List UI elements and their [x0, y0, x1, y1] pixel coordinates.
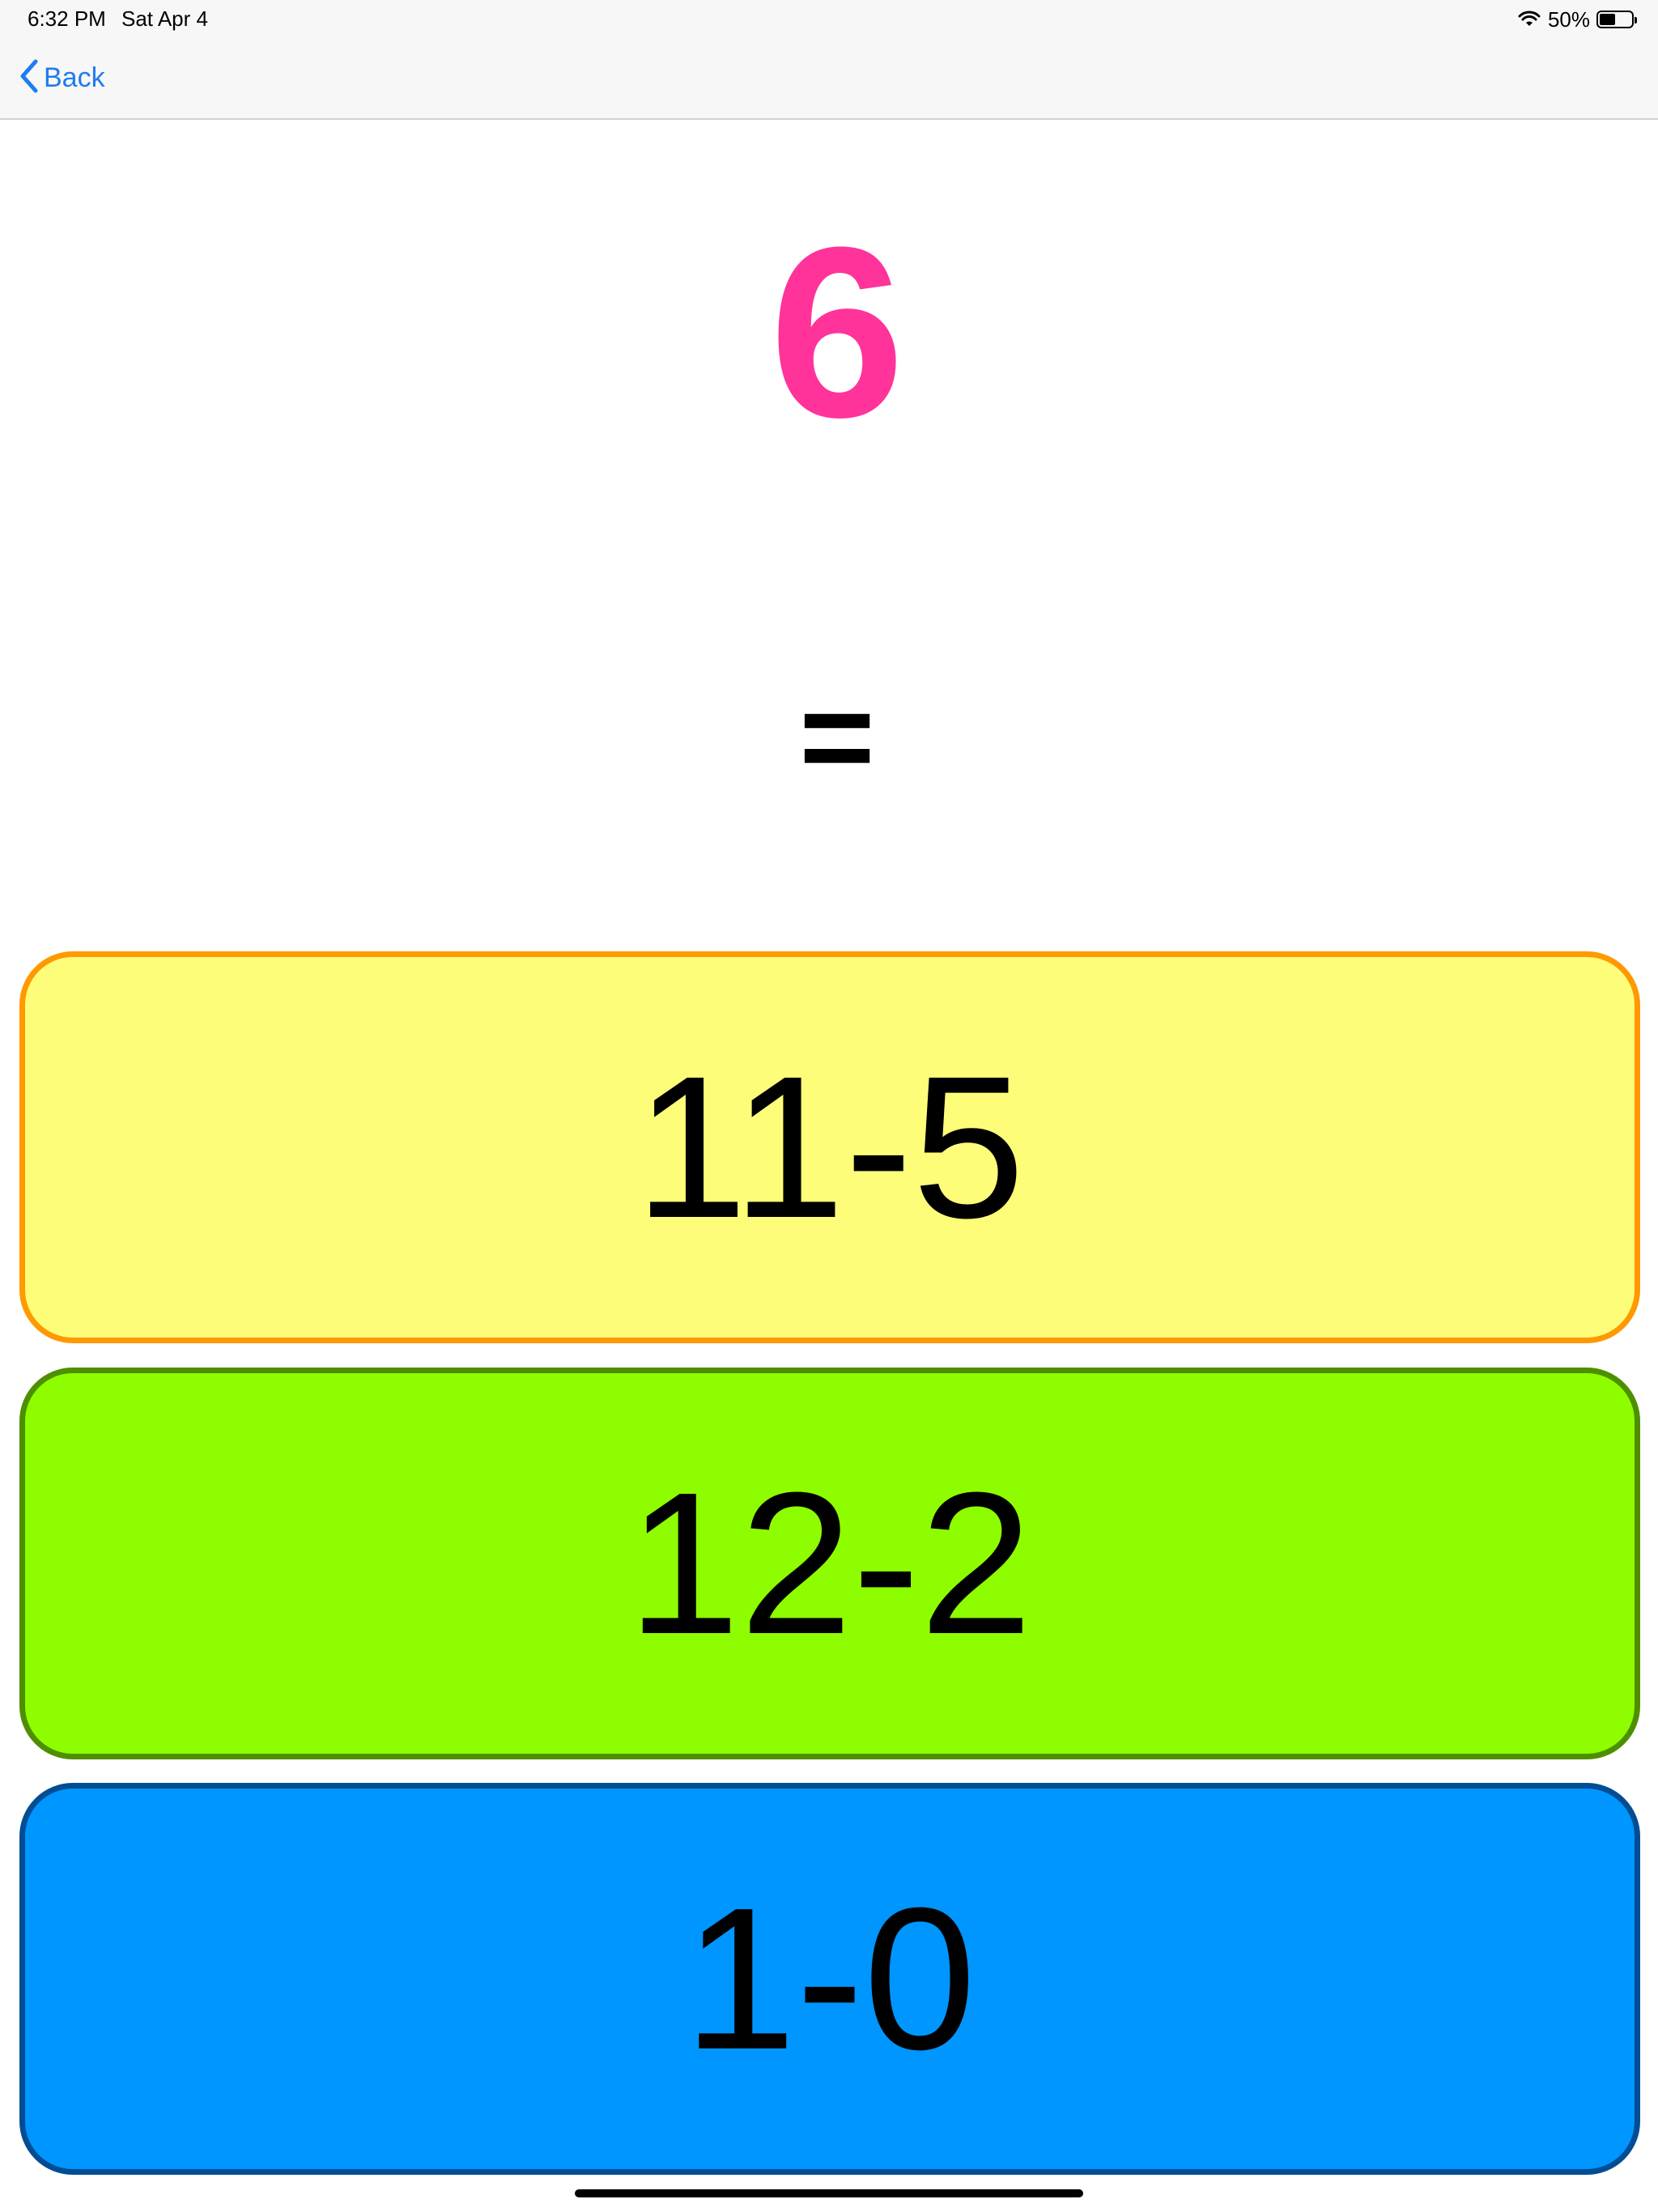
home-indicator[interactable]: [575, 2189, 1083, 2197]
status-bar: 6:32 PM Sat Apr 4 50%: [0, 0, 1658, 39]
answer-option-2[interactable]: 12-2: [19, 1368, 1640, 1759]
target-number: 6: [769, 196, 905, 468]
navigation-bar: Back: [0, 39, 1658, 120]
answer-label: 12-2: [627, 1450, 1033, 1676]
battery-icon: [1596, 11, 1637, 28]
status-time: 6:32 PM: [28, 6, 106, 31]
wifi-icon: [1517, 11, 1541, 28]
answer-label: 1-0: [683, 1865, 976, 2091]
back-label: Back: [44, 62, 105, 93]
answer-label: 11-5: [635, 1034, 1025, 1260]
answer-option-3[interactable]: 1-0: [19, 1783, 1640, 2175]
answer-option-1[interactable]: 11-5: [19, 951, 1640, 1343]
status-date: Sat Apr 4: [121, 6, 208, 31]
status-indicators: 50%: [1517, 6, 1637, 32]
battery-nub: [1635, 17, 1637, 23]
equals-sign: =: [799, 664, 875, 809]
battery-percent: 50%: [1547, 6, 1590, 32]
chevron-left-icon: [18, 58, 39, 98]
back-button[interactable]: Back: [18, 58, 105, 98]
battery-fill: [1600, 14, 1615, 25]
